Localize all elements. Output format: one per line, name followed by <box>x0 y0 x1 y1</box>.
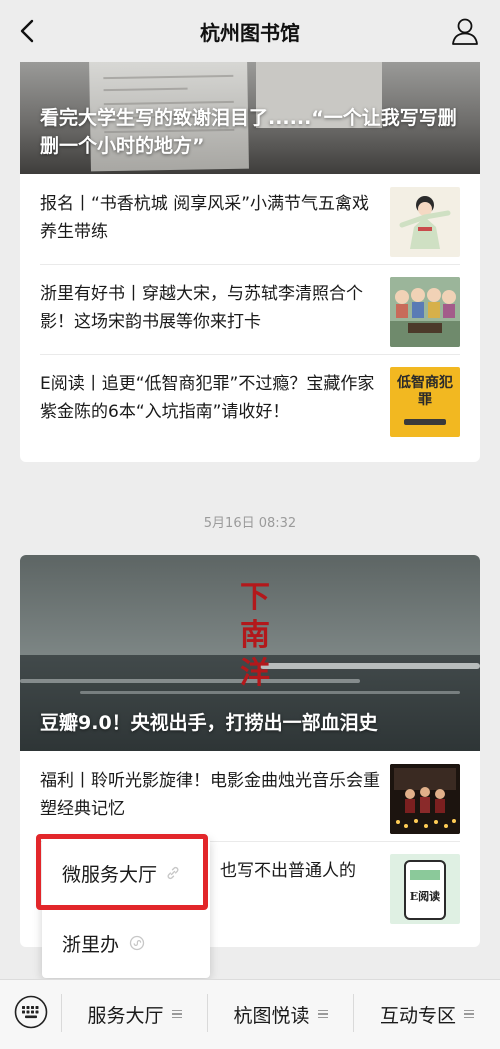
highlight-annotation-box <box>36 834 208 910</box>
menu-item-hz-library-reading[interactable]: 杭图悦读 <box>208 980 353 1048</box>
article-thumbnail-concert <box>390 764 460 834</box>
hero-calligraphy: 下南洋 <box>240 580 270 691</box>
submenu-item-zheliban[interactable]: 浙里办 <box>42 910 210 976</box>
article-thumbnail-book-cover: 低智商犯罪 <box>390 367 460 437</box>
account-title: 杭州图书馆 <box>200 20 300 45</box>
article-thumbnail-e-reading: E阅读 <box>390 854 460 924</box>
hero-article-title: 看完大学生写的致谢泪目了......“一个让我写写删删一个小时的地方” <box>40 107 457 157</box>
article-thumbnail-song-figures <box>390 277 460 347</box>
hero-article-title: 豆瓣9.0！央视出手，打捞出一部血泪史 <box>40 712 378 734</box>
article-title: 也写不出普通人的 <box>220 861 356 881</box>
submenu-indicator-icon <box>317 1009 328 1019</box>
article-list-item[interactable]: 报名丨“书香杭城 阅享风采”小满节气五禽戏养生带练 <box>20 174 480 264</box>
article-list-item[interactable]: E阅读丨追更“低智商犯罪”不过瘾？宝藏作家紫金陈的6本“入坑指南”请收好！ 低智… <box>20 354 480 444</box>
menu-item-label: 互动专区 <box>379 1004 456 1027</box>
book-cover-car <box>404 419 446 425</box>
user-icon[interactable] <box>450 16 480 46</box>
article-title: 福利丨聆听光影旋律！电影金曲烛光音乐会重塑经典记忆 <box>40 771 380 819</box>
mini-program-icon <box>129 935 145 951</box>
article-title: E阅读丨追更“低智商犯罪”不过瘾？宝藏作家紫金陈的6本“入坑指南”请收好！ <box>40 374 375 422</box>
article-title: 报名丨“书香杭城 阅享风采”小满节气五禽戏养生带练 <box>40 194 370 242</box>
chevron-left-icon[interactable] <box>14 17 42 45</box>
article-list-item[interactable]: 浙里有好书丨穿越大宋，与苏轼李清照合个影！这场宋韵书展等你来打卡 <box>20 264 480 354</box>
phone-shape: E阅读 <box>404 860 446 920</box>
article-card-group-1: 看完大学生写的致谢泪目了......“一个让我写写删删一个小时的地方” 报名丨“… <box>20 62 480 462</box>
e-reading-label: E阅读 <box>409 890 441 903</box>
hero-article-1[interactable]: 看完大学生写的致谢泪目了......“一个让我写写删删一个小时的地方” <box>20 62 480 174</box>
menu-item-interaction-zone[interactable]: 互动专区 <box>354 980 500 1048</box>
submenu-item-label: 浙里办 <box>62 933 120 956</box>
article-thumbnail-dancer <box>390 187 460 257</box>
submenu-indicator-icon <box>464 1009 474 1019</box>
menu-item-label: 杭图悦读 <box>233 1004 310 1027</box>
menu-item-service-hall[interactable]: 服务大厅 <box>62 980 207 1048</box>
book-cover-title: 低智商犯罪 <box>397 375 453 408</box>
keyboard-icon[interactable] <box>14 995 48 1029</box>
menu-item-label: 服务大厅 <box>87 1004 164 1027</box>
hero-article-2[interactable]: 下南洋 豆瓣9.0！央视出手，打捞出一部血泪史 <box>20 555 480 751</box>
submenu-indicator-icon <box>171 1009 182 1019</box>
article-list-item[interactable]: 福利丨聆听光影旋律！电影金曲烛光音乐会重塑经典记忆 <box>20 751 480 841</box>
message-timestamp: 5月16日 08:32 <box>203 516 297 531</box>
article-title: 浙里有好书丨穿越大宋，与苏轼李清照合个影！这场宋韵书展等你来打卡 <box>40 284 363 332</box>
top-nav-bar: 杭州图书馆 <box>0 0 500 62</box>
bottom-menu-bar: 服务大厅 杭图悦读 互动专区 <box>0 979 500 1049</box>
